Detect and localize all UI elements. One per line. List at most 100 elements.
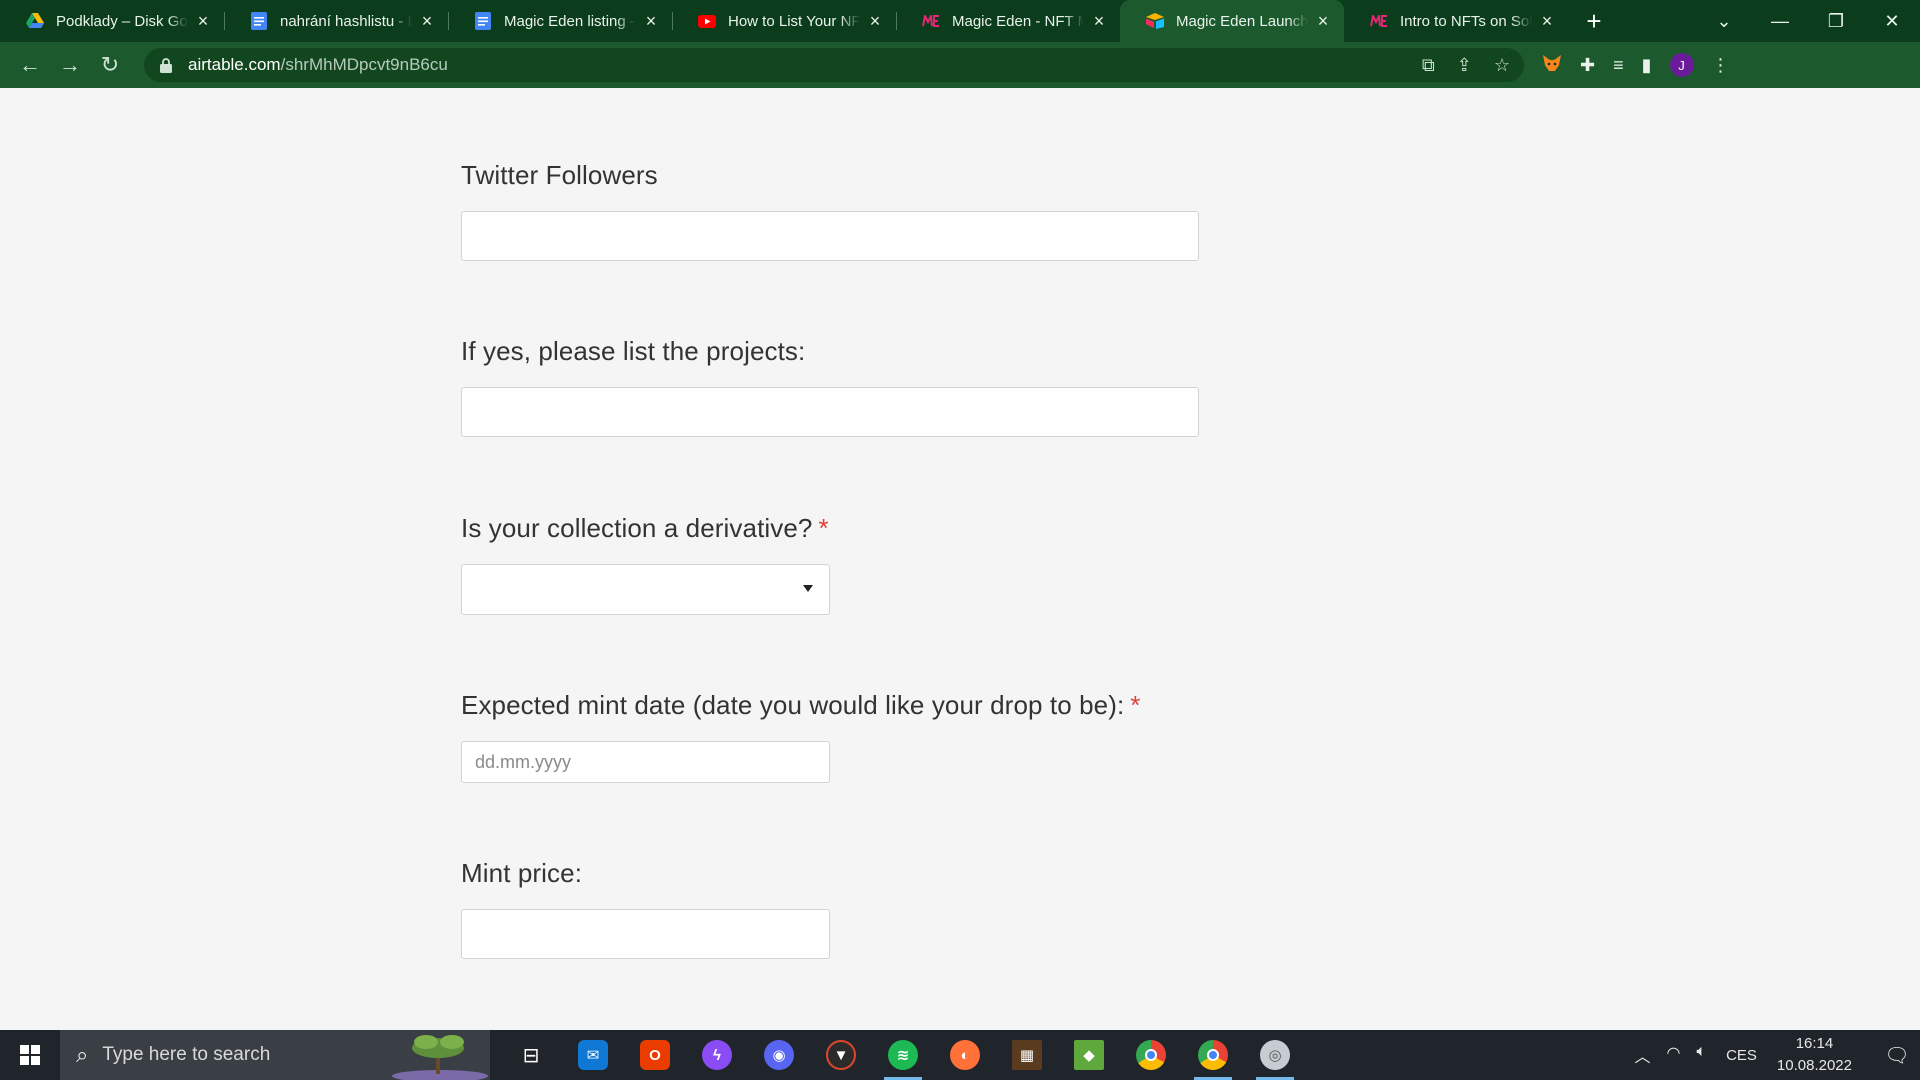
tab-title: nahrání hashlistu - Dokumenty Google [280,12,412,30]
projects-input[interactable] [461,387,1199,437]
close-icon[interactable]: × [1314,11,1332,31]
tab-magic-eden-launchpad[interactable]: Magic Eden Launchpad × [1120,0,1344,42]
search-placeholder: Type here to search [102,1044,271,1065]
magic-eden-icon [1370,12,1388,30]
new-tab-button[interactable]: + [1572,0,1616,42]
airtable-form-page: Twitter Followers If yes, please list th… [0,88,1920,1030]
derivative-field: Is your collection a derivative? * [461,513,830,615]
translate-icon[interactable]: ⧉ [1422,55,1435,76]
airtable-icon [1146,12,1164,30]
extensions-puzzle-icon[interactable]: ✚ [1580,55,1595,76]
side-panel-icon[interactable]: ▮ [1642,55,1652,76]
required-asterisk: * [818,513,829,543]
mint-date-placeholder: dd.mm.yyyy [475,751,572,772]
url-host: airtable.com [188,55,281,74]
tab-title: How to List Your NFT Collection - YouTub… [728,12,860,30]
clock-time: 16:14 [1795,1035,1834,1052]
firefox-icon[interactable]: ◐ [934,1030,996,1080]
share-icon[interactable]: ⇪ [1457,55,1472,76]
office-icon[interactable]: O [624,1030,686,1080]
minecraft-block-icon[interactable]: ◆ [1058,1030,1120,1080]
disc-app-icon[interactable]: ◎ [1244,1030,1306,1080]
close-icon[interactable]: × [1538,11,1556,31]
minecraft-launcher-icon[interactable]: ▦ [996,1030,1058,1080]
search-icon: ⌕ [76,1042,89,1067]
mint-price-label: Mint price: [461,858,583,888]
forward-button[interactable]: → [52,47,88,83]
back-button[interactable]: ← [12,47,48,83]
chrome-profile-icon[interactable] [1182,1030,1244,1080]
tab-hashlist[interactable]: nahrání hashlistu - Dokumenty Google × [224,0,448,42]
mint-price-input[interactable] [461,909,830,959]
windows-taskbar: ⌕ Type here to search ⊟ ✉ O ϟ ◉ ▼ ≋ ◐ ▦ … [0,1030,1920,1080]
google-drive-icon [26,12,44,30]
derivative-label-text: Is your collection a derivative? [461,513,813,543]
profile-avatar[interactable]: J [1669,53,1694,77]
google-docs-icon [250,12,268,30]
taskbar-search-box[interactable]: ⌕ Type here to search [60,1030,490,1080]
lock-icon [158,57,174,73]
speaker-icon[interactable]: 🔈︎ [1696,1043,1706,1067]
minimize-button[interactable]: — [1752,0,1808,42]
mail-icon[interactable]: ✉ [562,1030,624,1080]
tab-title: Magic Eden listing - Dokumenty Google [504,12,636,30]
chrome-icon[interactable] [1120,1030,1182,1080]
close-icon[interactable]: × [418,11,436,31]
windows-logo-icon [20,1045,40,1065]
clock[interactable]: 16:14 10.08.2022 [1777,1033,1852,1077]
clock-date: 10.08.2022 [1776,1057,1852,1074]
tab-magic-eden-marketplace[interactable]: Magic Eden - NFT Marketplace × [896,0,1120,42]
tab-title: Podklady – Disk Google [56,12,188,30]
close-icon[interactable]: × [642,11,660,31]
metamask-fox-icon[interactable] [1542,54,1562,77]
task-view-icon[interactable]: ⊟ [500,1030,562,1080]
brave-browser-icon[interactable]: ▼ [810,1030,872,1080]
notifications-icon[interactable]: 🗨︎ [1874,1043,1920,1068]
reload-button[interactable]: ↻ [92,47,128,83]
taskbar-pinned-apps: ⊟ ✉ O ϟ ◉ ▼ ≋ ◐ ▦ ◆ ◎ [500,1030,1306,1080]
wifi-icon[interactable]: ◠ [1667,1043,1681,1067]
twitter-followers-input[interactable] [461,211,1199,261]
youtube-icon [698,12,716,30]
chevron-up-icon[interactable]: ︿ [1634,1043,1650,1067]
tab-intro-nfts[interactable]: Intro to NFTs on Solana × [1344,0,1568,42]
search-highlight-scenery-icon [392,1035,488,1080]
tab-search-chevron-icon[interactable]: ⌄ [1696,0,1752,42]
mint-date-label: Expected mint date (date you would like … [461,690,1141,721]
mint-date-input[interactable]: dd.mm.yyyy [461,741,830,783]
close-icon[interactable]: × [866,11,884,31]
derivative-select[interactable] [461,564,830,615]
tab-title: Magic Eden Launchpad [1176,12,1308,30]
browser-toolbar: ← → ↻ airtable.com/shrMhMDpcvt9nB6cu ⧉ ⇪… [0,42,1920,88]
tab-podklady[interactable]: Podklady – Disk Google × [0,0,224,42]
window-controls: ⌄ — ❐ ✕ [1696,0,1920,42]
tab-magic-eden-listing[interactable]: Magic Eden listing - Dokumenty Google × [448,0,672,42]
address-bar[interactable]: airtable.com/shrMhMDpcvt9nB6cu ⧉ ⇪ ☆ [144,48,1524,82]
browser-tab-strip: Podklady – Disk Google × nahrání hashlis… [0,0,1920,42]
system-tray: ︿ ◠ 🔈︎ CES 16:14 10.08.2022 🗨︎ [1634,1030,1920,1080]
reading-list-icon[interactable]: ≡ [1613,55,1624,76]
menu-kebab-icon[interactable]: ⋮ [1712,55,1730,76]
close-window-button[interactable]: ✕ [1864,0,1920,42]
input-language[interactable]: CES [1726,1047,1757,1064]
mint-date-label-text: Expected mint date (date you would like … [461,690,1125,720]
spotify-icon[interactable]: ≋ [872,1030,934,1080]
required-asterisk: * [1130,690,1141,720]
mint-date-field: Expected mint date (date you would like … [461,690,1141,783]
twitter-followers-label: Twitter Followers [461,160,658,190]
tab-title: Intro to NFTs on Solana [1400,12,1532,30]
bookmark-star-icon[interactable]: ☆ [1494,55,1510,76]
magic-eden-icon [922,12,940,30]
dropdown-arrow-icon [803,585,813,592]
derivative-label: Is your collection a derivative? * [461,513,830,544]
url-path: /shrMhMDpcvt9nB6cu [280,55,448,74]
messenger-icon[interactable]: ϟ [686,1030,748,1080]
google-docs-icon [474,12,492,30]
discord-icon[interactable]: ◉ [748,1030,810,1080]
restore-button[interactable]: ❐ [1808,0,1864,42]
twitter-followers-field: Twitter Followers [461,160,1199,261]
close-icon[interactable]: × [1090,11,1108,31]
close-icon[interactable]: × [194,11,212,31]
start-button[interactable] [0,1030,60,1080]
tab-youtube[interactable]: How to List Your NFT Collection - YouTub… [672,0,896,42]
